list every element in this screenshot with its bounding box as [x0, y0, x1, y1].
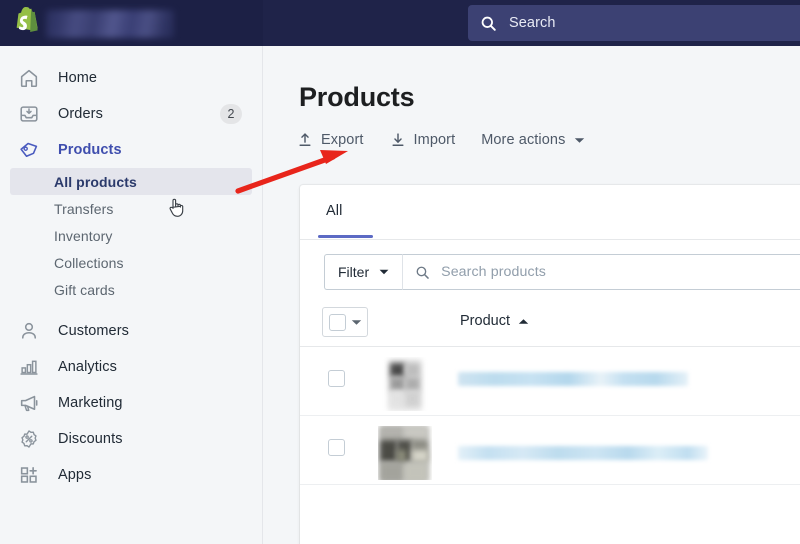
sidebar-subitem-transfers[interactable]: Transfers [10, 195, 252, 222]
orders-inbox-icon [20, 106, 38, 122]
products-card: All Filter Search products Product [300, 185, 800, 544]
product-name-redacted [458, 446, 708, 460]
sort-ascending-icon [518, 318, 529, 324]
apps-grid-plus-icon [20, 467, 37, 483]
table-header-row: Product [300, 300, 800, 347]
top-bar: Search [0, 0, 800, 46]
sidebar-divider-gap [0, 303, 262, 313]
row-checkbox[interactable] [328, 370, 345, 387]
sidebar: Home Orders 2 Products All products Tran… [0, 46, 263, 544]
sidebar-subitem-label: Gift cards [54, 281, 115, 298]
sidebar-subitem-label: Transfers [54, 200, 114, 217]
import-button[interactable]: Import [390, 132, 456, 148]
sidebar-item-label: Customers [58, 323, 129, 339]
tab-all[interactable]: All [326, 203, 342, 219]
card-tabs: All [300, 185, 800, 240]
select-all-control[interactable] [322, 307, 368, 337]
orders-count-badge: 2 [220, 104, 242, 124]
page-actions: Export Import More actions [297, 132, 611, 148]
store-name-redacted [46, 10, 174, 38]
chevron-down-icon [379, 269, 389, 275]
export-label: Export [321, 132, 364, 148]
product-thumbnail [378, 426, 432, 480]
sidebar-item-analytics[interactable]: Analytics [10, 349, 252, 385]
sidebar-item-marketing[interactable]: Marketing [10, 385, 252, 421]
sidebar-item-home[interactable]: Home [10, 60, 252, 96]
shopify-bag-icon [16, 7, 38, 32]
search-icon [416, 266, 429, 279]
shopify-admin-screen: Search Home Orders 2 Products All produc… [0, 0, 800, 544]
global-search-bar[interactable]: Search [468, 5, 800, 41]
product-search-placeholder: Search products [441, 264, 546, 280]
shopify-logo[interactable] [14, 7, 41, 38]
chevron-down-icon [575, 137, 585, 143]
sidebar-subitem-label: Inventory [54, 227, 113, 244]
sidebar-item-label: Discounts [58, 431, 123, 447]
filter-bar: Filter Search products [300, 240, 800, 300]
row-checkbox[interactable] [328, 439, 345, 456]
filter-group: Filter Search products [324, 254, 800, 290]
products-tag-icon [20, 142, 38, 158]
filter-button[interactable]: Filter [324, 254, 404, 290]
table-row[interactable] [300, 347, 800, 416]
sidebar-item-label: Home [58, 70, 98, 86]
sidebar-subitem-gift-cards[interactable]: Gift cards [10, 276, 252, 303]
filter-label: Filter [338, 264, 370, 280]
table-row[interactable] [300, 416, 800, 485]
import-down-arrow-icon [391, 133, 404, 147]
sidebar-subitem-label: Collections [54, 254, 124, 271]
sidebar-subitem-all-products[interactable]: All products [10, 168, 252, 195]
main-content: Products Export Import More actions All … [264, 46, 800, 544]
hand-pointer-cursor [169, 198, 184, 217]
product-thumbnail [378, 357, 432, 411]
customer-person-icon [21, 322, 37, 339]
column-header-product[interactable]: Product [460, 313, 529, 329]
sidebar-item-label: Apps [58, 467, 92, 483]
sidebar-subitem-inventory[interactable]: Inventory [10, 222, 252, 249]
sidebar-subitem-label: All products [54, 173, 137, 190]
chevron-down-icon[interactable] [351, 319, 362, 326]
analytics-bars-icon [20, 360, 38, 375]
marketing-megaphone-icon [20, 395, 38, 412]
sidebar-item-label: Marketing [58, 395, 123, 411]
more-actions-button[interactable]: More actions [481, 132, 585, 148]
sidebar-subitem-collections[interactable]: Collections [10, 249, 252, 276]
sidebar-item-customers[interactable]: Customers [10, 313, 252, 349]
export-button[interactable]: Export [297, 132, 364, 148]
sidebar-item-label: Products [58, 142, 122, 158]
global-search-placeholder: Search [509, 15, 556, 31]
home-icon [20, 69, 38, 88]
export-up-arrow-icon [299, 133, 311, 147]
search-icon [481, 16, 496, 31]
tab-active-indicator [318, 235, 373, 238]
more-actions-label: More actions [481, 132, 566, 148]
product-search-input[interactable]: Search products [403, 254, 800, 290]
sidebar-item-label: Orders [58, 106, 103, 122]
product-name-redacted [458, 372, 688, 386]
discounts-percent-icon [21, 430, 37, 448]
sidebar-item-products[interactable]: Products [10, 132, 252, 168]
sidebar-item-discounts[interactable]: Discounts [10, 421, 252, 457]
import-label: Import [413, 132, 456, 148]
sidebar-item-orders[interactable]: Orders 2 [10, 96, 252, 132]
page-title: Products [299, 82, 415, 112]
sidebar-item-label: Analytics [58, 359, 117, 375]
sidebar-item-apps[interactable]: Apps [10, 457, 252, 493]
select-all-checkbox[interactable] [328, 313, 346, 331]
column-header-label: Product [460, 313, 510, 329]
